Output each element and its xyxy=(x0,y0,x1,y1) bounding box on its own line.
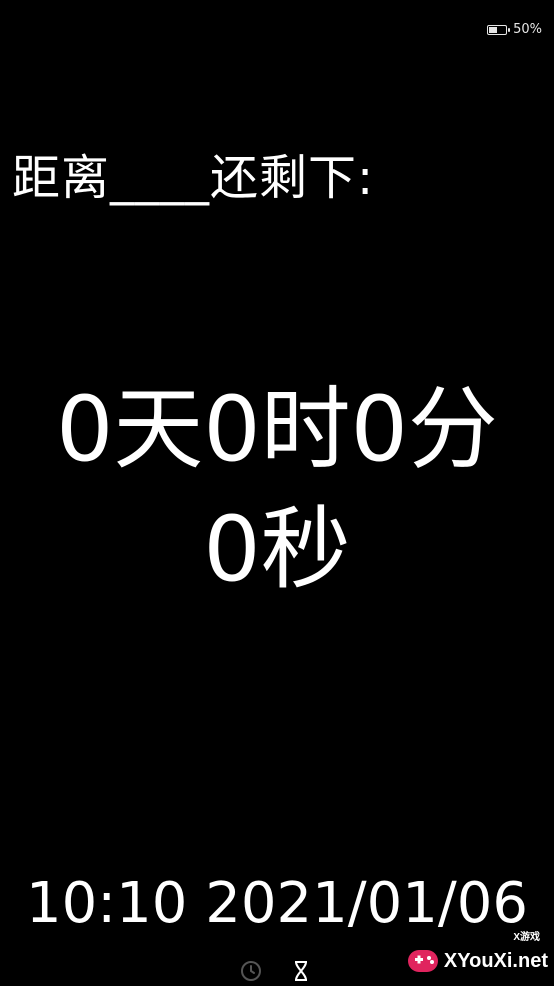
battery-icon xyxy=(487,24,511,35)
hourglass-icon[interactable] xyxy=(292,960,310,986)
countdown-days-hours-minutes: 0天0时0分 xyxy=(56,377,498,482)
current-datetime: 10:10 2021/01/06 xyxy=(26,871,528,936)
battery-percentage: 50% xyxy=(513,22,542,37)
status-bar: 50% xyxy=(487,22,542,37)
watermark-text: XYouXi.net xyxy=(443,949,548,972)
countdown-display: 0天0时0分 0秒 xyxy=(0,370,554,610)
clock-icon[interactable] xyxy=(240,960,262,986)
countdown-seconds: 0秒 xyxy=(203,497,351,602)
watermark-subtext: X游戏 xyxy=(513,932,540,943)
gamepad-logo-icon xyxy=(407,950,438,972)
site-watermark: XYouXi.net X游戏 xyxy=(406,932,548,978)
battery-fill xyxy=(489,26,498,33)
countdown-target-heading: 距离____还剩下: xyxy=(12,150,375,206)
